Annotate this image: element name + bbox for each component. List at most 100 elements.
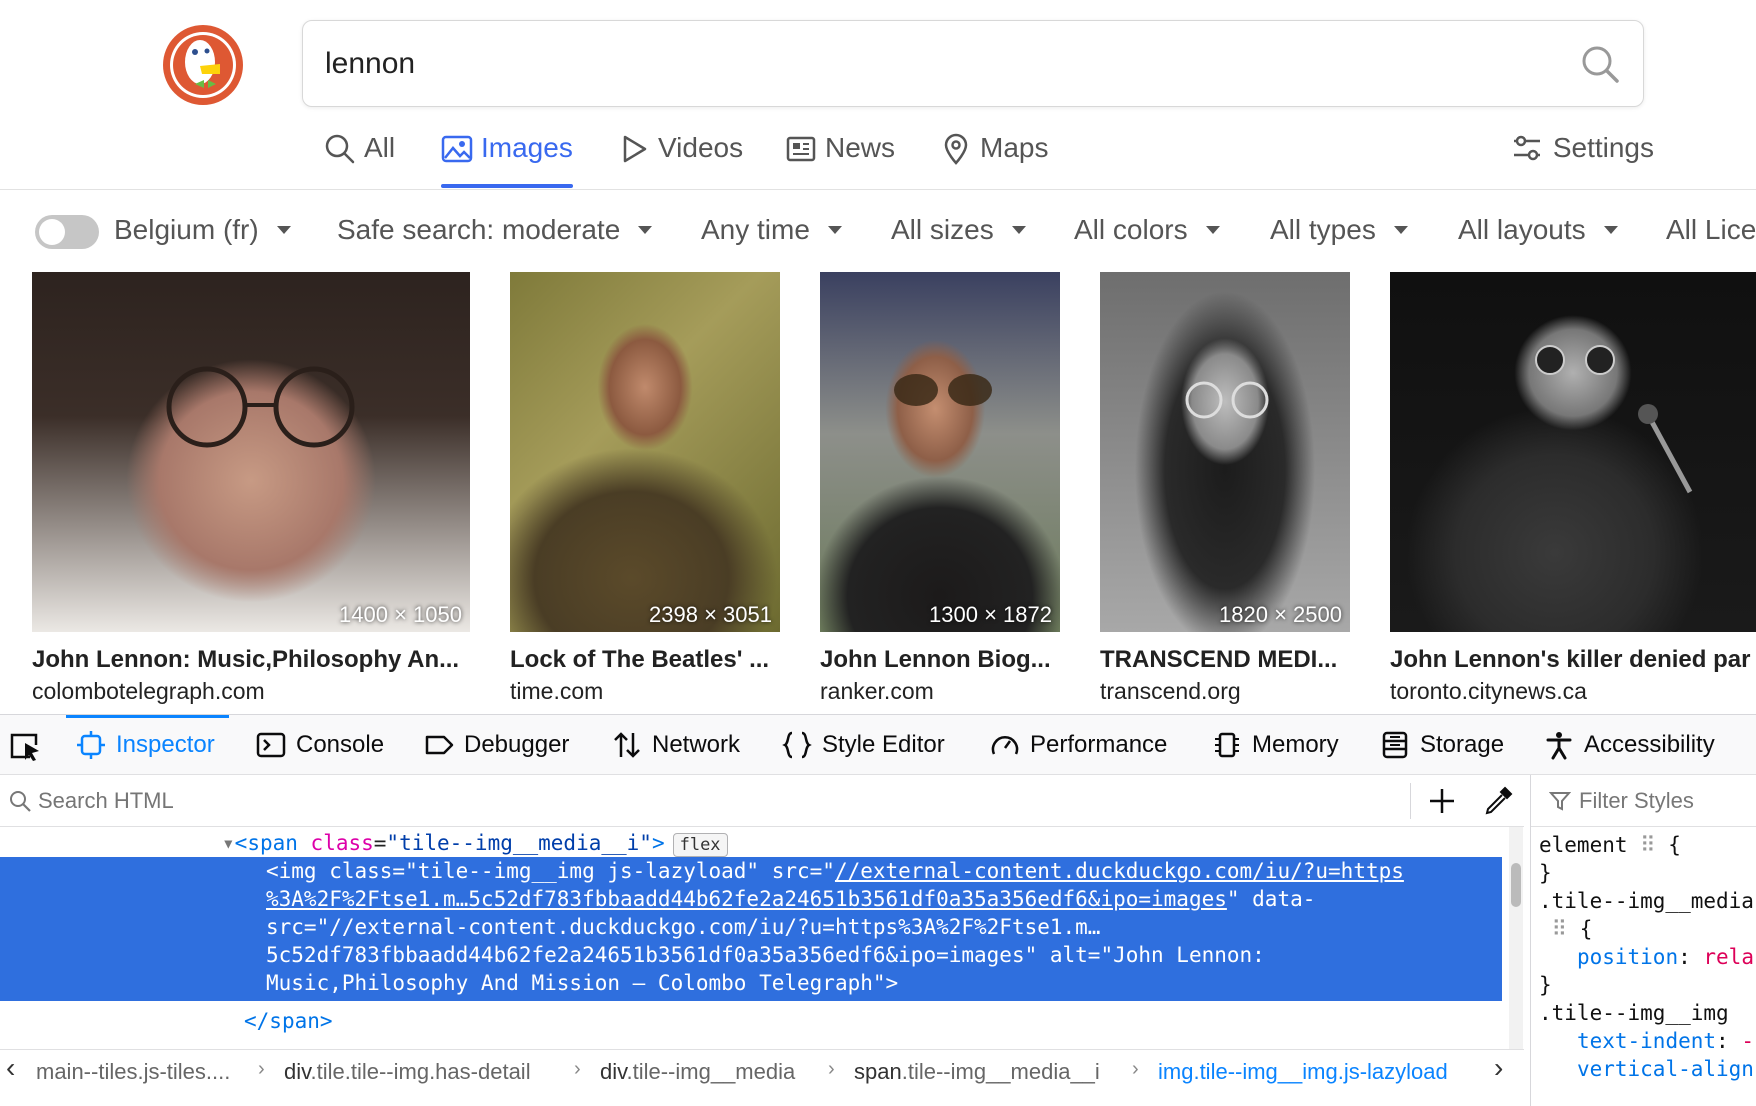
result-image[interactable]: 1300 × 1872 [820,272,1060,632]
result-title[interactable]: John Lennon Biog... [820,646,1060,674]
search-button[interactable] [1579,43,1621,85]
devtools-tab-label: Storage [1420,731,1505,758]
selected-node[interactable]: <img class="tile--img__img js-lazyload" … [0,857,1502,1001]
rule-selector: .tile--img__img [1539,1001,1729,1025]
caret-down-icon [638,226,653,234]
breadcrumb-item-current[interactable]: img.tile--img__img.js-lazyload [1158,1059,1448,1085]
result-image[interactable]: 1820 × 2500 [1100,272,1350,632]
tab-news[interactable]: News [785,132,895,184]
tab-all[interactable]: All [324,132,395,184]
markup-node-span[interactable]: ▾<span class="tile--img__media__i"> flex [222,829,1502,857]
devtools-tab-label: Memory [1252,731,1339,758]
rule-selector: .tile--img__media [1539,889,1754,913]
caret-down-icon [1393,226,1408,234]
safe-search-filter[interactable]: Safe search: moderate [337,214,653,246]
rule-selector: element [1539,833,1628,857]
tab-videos[interactable]: Videos [618,132,743,184]
element-picker-button[interactable] [8,729,42,763]
search-icon [10,791,31,812]
devtools-tab-inspector[interactable]: Inspector [66,715,229,775]
css-value[interactable]: - [1741,1029,1754,1053]
result-source[interactable]: time.com [510,678,780,705]
devtools-tab-memory[interactable]: Memory [1212,715,1339,775]
css-property[interactable]: text-indent [1577,1029,1716,1053]
css-property[interactable]: vertical-align [1577,1057,1754,1081]
css-property[interactable]: position [1577,945,1678,969]
devtools-tab-debugger[interactable]: Debugger [424,715,569,775]
result-title[interactable]: John Lennon's killer denied par [1390,646,1756,674]
breadcrumb-scroll-left-icon[interactable]: ‹ [6,1052,15,1084]
search-input[interactable] [325,43,1525,85]
result-source[interactable]: colombotelegraph.com [32,678,470,705]
result-title[interactable]: John Lennon: Music,Philosophy An... [32,646,470,674]
tab-maps[interactable]: Maps [940,132,1048,184]
tab-label: Images [481,132,573,163]
performance-gauge-icon [991,736,1019,755]
element-picker-icon [10,733,39,761]
rules-panel: Filter Styles element ⠿ { } .tile--img__… [1530,775,1756,1106]
devtools-tab-label: Inspector [116,731,215,758]
duckduckgo-logo[interactable] [162,24,244,106]
result-title[interactable]: TRANSCEND MEDI... [1100,646,1350,674]
result-source[interactable]: toronto.citynews.ca [1390,678,1756,705]
devtools-tab-label: Accessibility [1584,731,1715,758]
devtools-tab-performance[interactable]: Performance [990,715,1167,775]
result-source[interactable]: transcend.org [1100,678,1350,705]
image-result-tile[interactable]: 2398 × 3051 Lock of The Beatles' ... tim… [510,272,780,705]
image-result-tile[interactable]: 1400 × 1050 John Lennon: Music,Philosoph… [32,272,470,705]
result-image[interactable]: 1400 × 1050 [32,272,470,632]
devtools-tab-accessibility[interactable]: Accessibility [1544,715,1715,775]
markup-line: %3A%2F%2Ftse1.m…5c52df783fbbaadd44b62fe2… [266,885,1502,913]
src-link[interactable]: %3A%2F%2Ftse1.m…5c52df783fbbaadd44b62fe2… [266,887,1227,911]
filter-styles-bar[interactable]: Filter Styles [1531,775,1756,827]
breadcrumb-item[interactable]: main--tiles.js-tiles.... [36,1059,230,1085]
region-filter[interactable]: Belgium (fr) [114,214,291,246]
result-source[interactable]: ranker.com [820,678,1060,705]
storage-icon [1382,731,1408,759]
region-toggle[interactable] [35,215,99,249]
markup-line: src="//external-content.duckduckgo.com/i… [266,915,1101,939]
devtools-tab-style-editor[interactable]: Style Editor [782,715,945,775]
play-icon [623,135,647,163]
expand-triangle-icon[interactable]: ▾ [222,831,235,855]
tab-images[interactable]: Images [441,132,573,188]
breadcrumb-scroll-right-icon[interactable]: › [1494,1052,1503,1084]
glasses-icon [166,366,355,448]
tab-label: All [364,132,396,163]
result-image[interactable] [1390,272,1756,632]
settings-button[interactable]: Settings [1511,132,1654,164]
image-dimensions: 1820 × 2500 [1219,602,1342,627]
size-filter[interactable]: All sizes [891,214,1026,246]
image-icon [441,135,473,163]
caret-down-icon [1205,226,1220,234]
image-result-tile[interactable]: John Lennon's killer denied par toronto.… [1390,272,1756,705]
eyedropper-button[interactable] [1482,785,1514,817]
devtools-tab-network[interactable]: Network [612,715,740,775]
image-result-tile[interactable]: 1820 × 2500 TRANSCEND MEDI... transcend.… [1100,272,1350,705]
markup-close-tag[interactable]: </span> [244,1007,1502,1035]
src-link[interactable]: //external-content.duckduckgo.com/iu/?u=… [835,859,1404,883]
result-image[interactable]: 2398 × 3051 [510,272,780,632]
html-search-input[interactable] [38,785,1238,817]
breadcrumb-item[interactable]: span.tile--img__media__i [854,1059,1100,1085]
type-filter-label: All types [1270,214,1376,245]
breadcrumb-item[interactable]: div.tile--img__media [600,1059,795,1085]
type-filter[interactable]: All types [1270,214,1408,246]
debugger-icon [425,735,454,755]
add-node-button[interactable] [1426,785,1458,817]
color-filter[interactable]: All colors [1074,214,1220,246]
result-title[interactable]: Lock of The Beatles' ... [510,646,780,674]
image-result-tile[interactable]: 1300 × 1872 John Lennon Biog... ranker.c… [820,272,1060,705]
flex-badge[interactable]: flex [672,833,728,857]
time-filter-label: Any time [701,214,810,245]
devtools-tab-console[interactable]: Console [256,715,384,775]
layout-filter[interactable]: All layouts [1458,214,1618,246]
license-filter[interactable]: All Lice [1666,214,1756,246]
css-value[interactable]: rela [1703,945,1754,969]
filter-styles-placeholder: Filter Styles [1579,787,1694,813]
markup-scrollbar[interactable] [1509,827,1523,1049]
time-filter[interactable]: Any time [701,214,842,246]
devtools-tab-storage[interactable]: Storage [1380,715,1504,775]
breadcrumb-item[interactable]: div.tile.tile--img.has-detail [284,1059,531,1085]
scrollbar-thumb[interactable] [1511,863,1521,907]
